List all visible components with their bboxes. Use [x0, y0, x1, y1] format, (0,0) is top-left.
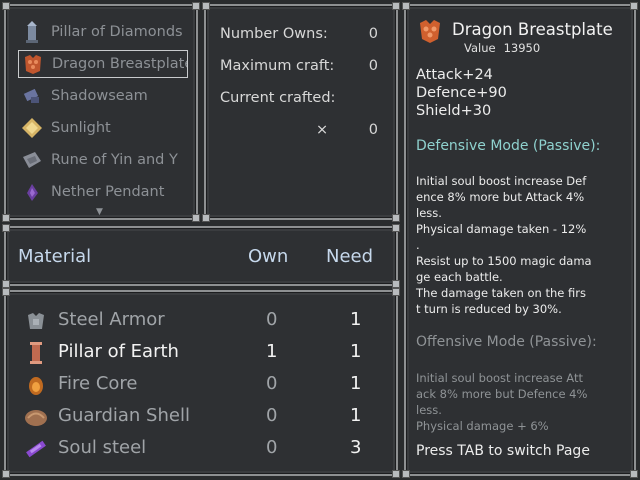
- rune-icon: [21, 148, 43, 172]
- panel-corner: [392, 2, 400, 10]
- panel-corner: [630, 470, 638, 478]
- material-name: Steel Armor: [58, 309, 165, 330]
- item-list-entry[interactable]: Rune of Yin and Y: [18, 146, 188, 174]
- maximum-craft-value: 0: [368, 58, 378, 74]
- material-own: 0: [266, 309, 278, 330]
- maximum-craft-row: Maximum craft: 0: [220, 58, 388, 74]
- number-owns-label: Number Owns:: [220, 26, 328, 42]
- panel-corner: [392, 214, 400, 222]
- material-list-panel: Steel Armor 0 1 Pillar of Earth 1 1 Fire…: [2, 288, 400, 478]
- current-crafted-value: 0: [368, 122, 378, 138]
- fire-core-icon: [24, 373, 48, 397]
- multiplier-symbol: ×: [316, 122, 329, 138]
- panel-corner: [2, 280, 10, 288]
- panel-corner: [202, 214, 210, 222]
- armor-icon: [24, 309, 48, 333]
- panel-corner: [2, 214, 10, 222]
- panel-corner: [402, 2, 410, 10]
- soul-steel-icon: [24, 437, 48, 461]
- switch-page-hint: Press TAB to switch Page: [416, 443, 590, 459]
- item-detail-panel: Dragon Breastplate Value 13950 Attack+24 …: [402, 2, 638, 478]
- pendant-icon: [21, 180, 43, 204]
- item-list-entry[interactable]: Shadowseam: [18, 82, 188, 110]
- item-title: Dragon Breastplate: [452, 20, 613, 39]
- material-need: 1: [350, 309, 362, 330]
- material-row: Fire Core 0 1: [20, 371, 380, 399]
- material-need: 1: [350, 405, 362, 426]
- number-owns-value: 0: [368, 26, 378, 42]
- material-own: 0: [266, 373, 278, 394]
- item-value: Value 13950: [464, 41, 540, 55]
- material-header-panel: Material Own Need: [2, 224, 400, 288]
- sunlight-icon: [21, 116, 43, 140]
- craft-info-panel: Number Owns: 0 Maximum craft: 0 Current …: [202, 2, 400, 222]
- stat-shield: Shield+30: [416, 103, 492, 119]
- breastplate-icon: [22, 52, 44, 76]
- number-owns-row: Number Owns: 0: [220, 26, 388, 42]
- item-list-label: Shadowseam: [51, 88, 148, 104]
- material-need: 1: [350, 341, 362, 362]
- panel-corner: [2, 288, 10, 296]
- material-column-header: Material: [18, 246, 92, 267]
- item-list-entry[interactable]: Nether Pendant: [18, 178, 188, 206]
- panel-corner: [392, 280, 400, 288]
- item-value-number: 13950: [503, 41, 541, 55]
- current-crafted-row: Current crafted:: [220, 90, 388, 106]
- defensive-mode-title: Defensive Mode (Passive):: [416, 138, 601, 154]
- panel-corner: [192, 2, 200, 10]
- scroll-down-icon[interactable]: ▼: [96, 207, 103, 217]
- offensive-mode-title: Offensive Mode (Passive):: [416, 334, 597, 350]
- material-need: 1: [350, 373, 362, 394]
- panel-corner: [202, 2, 210, 10]
- material-own: 1: [266, 341, 278, 362]
- item-list-label: Sunlight: [51, 120, 111, 136]
- panel-corner: [402, 470, 410, 478]
- item-list-panel: Pillar of Diamonds Dragon Breastplate Sh…: [2, 2, 200, 222]
- panel-corner: [192, 214, 200, 222]
- stat-defence: Defence+90: [416, 85, 507, 101]
- material-row: Pillar of Earth 1 1: [20, 339, 380, 367]
- item-list-entry[interactable]: Sunlight: [18, 114, 188, 142]
- own-column-header: Own: [248, 246, 289, 267]
- item-list-entry[interactable]: Pillar of Diamonds: [18, 18, 188, 46]
- panel-corner: [392, 470, 400, 478]
- material-name: Fire Core: [58, 373, 138, 394]
- maximum-craft-label: Maximum craft:: [220, 58, 335, 74]
- panel-corner: [630, 2, 638, 10]
- material-row: Guardian Shell 0 1: [20, 403, 380, 431]
- item-list-entry-selected[interactable]: Dragon Breastplate: [18, 50, 188, 78]
- item-list-label: Dragon Breastplate: [52, 56, 188, 72]
- material-name: Guardian Shell: [58, 405, 190, 426]
- stat-attack: Attack+24: [416, 67, 493, 83]
- material-row: Steel Armor 0 1: [20, 307, 380, 335]
- material-need: 3: [350, 437, 362, 458]
- current-crafted-label: Current crafted:: [220, 90, 336, 106]
- material-name: Soul steel: [58, 437, 147, 458]
- panel-corner: [2, 2, 10, 10]
- item-value-label: Value: [464, 41, 496, 55]
- item-list-label: Nether Pendant: [51, 184, 165, 200]
- material-row: Soul steel 0 3: [20, 435, 380, 463]
- defensive-mode-description: Initial soul boost increase Def ence 8% …: [416, 174, 592, 316]
- panel-corner: [392, 224, 400, 232]
- need-column-header: Need: [326, 246, 374, 267]
- shell-icon: [24, 405, 48, 429]
- material-own: 0: [266, 405, 278, 426]
- material-name: Pillar of Earth: [58, 341, 179, 362]
- breastplate-icon: [418, 18, 442, 44]
- pillar-icon: [21, 20, 43, 44]
- panel-corner: [392, 288, 400, 296]
- pillar-earth-icon: [24, 341, 48, 365]
- shadowseam-icon: [21, 84, 43, 108]
- panel-corner: [2, 470, 10, 478]
- material-own: 0: [266, 437, 278, 458]
- item-list-label: Rune of Yin and Y: [51, 152, 178, 168]
- offensive-mode-description: Initial soul boost increase Att ack 8% m…: [416, 371, 588, 433]
- panel-corner: [2, 224, 10, 232]
- item-list-label: Pillar of Diamonds: [51, 24, 183, 40]
